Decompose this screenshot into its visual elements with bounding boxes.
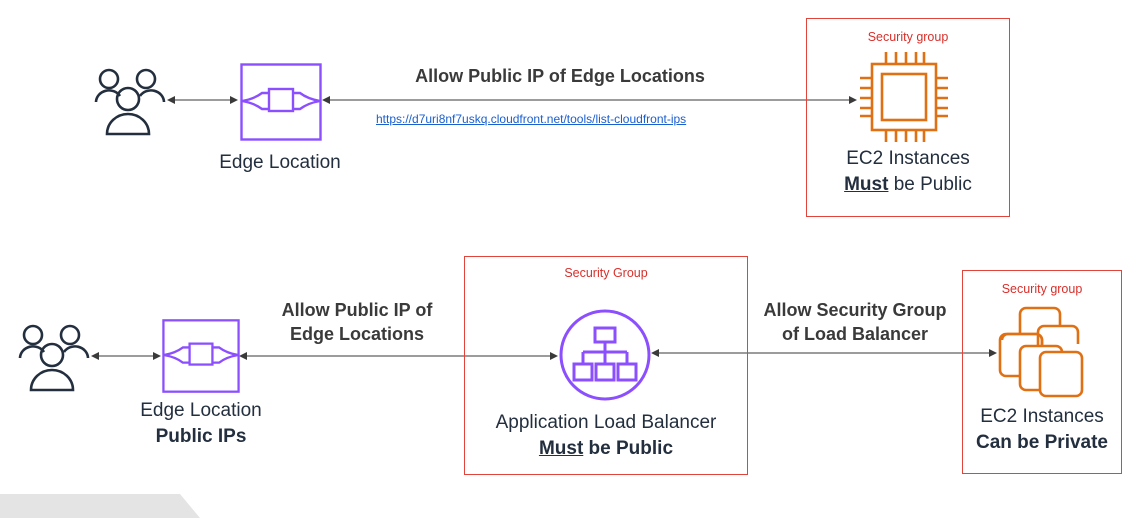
top-arrow-label: Allow Public IP of Edge Locations [415,66,705,86]
decorative-grey-bar [0,494,200,518]
bottom-arrow1-label-line1: Allow Public IP of [281,300,433,320]
edge-location-caption-top: Edge Location [219,152,341,173]
security-group-label-ec2-private: Security group [1001,282,1083,296]
alb-caption-line1: Application Load Balancer [495,412,717,433]
bottom-arrow1-label-line2: Edge Locations [289,324,424,344]
bottom-arrow2-label-line2: of Load Balancer [781,324,929,344]
edge-location-caption-bottom-line1: Edge Location [140,400,262,421]
alb-caption: Application Load Balancer Must be Public [464,410,748,462]
security-group-label-top: Security group [867,30,949,44]
ec2-caption-top-line1: EC2 Instances [846,148,970,169]
ec2-be-public-top: be Public [888,174,972,195]
users-icon [94,68,166,136]
edge-public-ips: Public IPs [155,426,247,447]
bottom-arrow2-label-line1: Allow Security Group [763,300,947,320]
bottom-arrow1-label: Allow Public IP of Edge Locations [262,298,452,346]
cloudfront-ips-link[interactable]: https://d7uri8nf7uskq.cloudfront.net/too… [376,112,686,126]
ec2-caption-top-line2: Must be Public [806,172,1010,198]
edge-location-icon-bottom [162,319,240,393]
ec2-must-word-top: Must [844,174,889,195]
ec2-caption-top: EC2 Instances Must be Public [806,146,1010,198]
ec2-caption-private: EC2 Instances Can be Private [962,404,1122,456]
ec2-caption-private-line1: EC2 Instances [980,406,1104,427]
alb-must-word: Must [538,438,584,459]
ec2-instances-icon [998,306,1084,398]
users-icon-bottom [18,324,90,392]
edge-location-icon [240,63,322,141]
edge-location-caption-bottom: Edge Location Public IPs [120,398,282,450]
security-group-label-alb: Security Group [564,266,648,280]
load-balancer-icon [559,309,651,401]
ec2-can-be-private: Can be Private [976,432,1108,453]
ec2-instance-icon [860,52,948,142]
alb-be-public: be Public [583,438,674,459]
alb-caption-line2: Must be Public [464,436,748,462]
bottom-arrow2-label: Allow Security Group of Load Balancer [740,298,970,346]
